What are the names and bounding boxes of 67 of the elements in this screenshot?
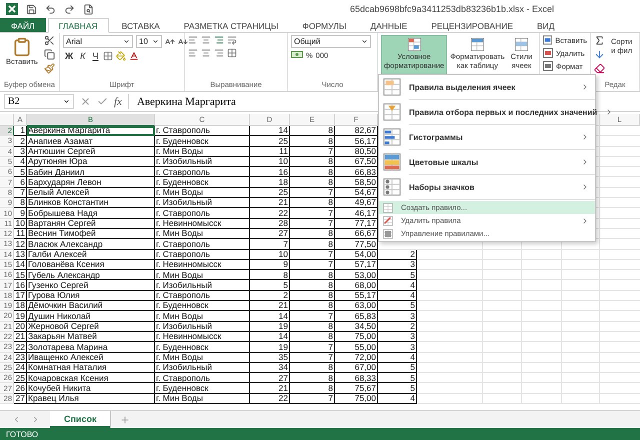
italic-button[interactable]: К xyxy=(78,51,88,61)
rule-icon xyxy=(383,103,401,121)
dropdown-icon xyxy=(152,38,159,45)
ribbon-tab[interactable]: ГЛАВНАЯ xyxy=(48,18,109,33)
rule-icon xyxy=(383,128,401,146)
table-icon xyxy=(406,37,422,52)
insert-function-button[interactable]: fx xyxy=(114,96,122,108)
eraser-icon xyxy=(594,63,605,74)
status-text: ГОТОВО xyxy=(0,428,640,440)
table-cell: 7 xyxy=(290,394,335,404)
window-title: 65dcab9698bfc9a3411253db83236b1b.xlsx - Excel xyxy=(350,4,554,14)
name-box[interactable]: B2 xyxy=(4,94,74,109)
table-icon xyxy=(470,37,485,52)
table-icon xyxy=(514,37,529,52)
scroll-right-icon xyxy=(31,415,40,424)
ribbon-tab[interactable]: ФАЙЛ xyxy=(0,18,46,32)
cut-icon xyxy=(44,35,55,46)
redo-icon xyxy=(64,4,75,14)
font-size-select[interactable]: 10 xyxy=(136,35,162,48)
table-cell: Аверкина Маргарита xyxy=(27,126,155,136)
rule-icon xyxy=(383,216,393,226)
rule-icon xyxy=(383,228,393,238)
dropdown-icon xyxy=(361,38,368,45)
rule-icon xyxy=(383,178,401,196)
dropdown-icon xyxy=(123,38,130,45)
table-cell: 4 xyxy=(378,394,417,404)
undo-icon xyxy=(45,4,56,14)
rule-icon xyxy=(383,202,393,212)
align-left-icon xyxy=(188,48,198,58)
menu-item[interactable]: Наборы значков xyxy=(379,176,595,198)
menu-item[interactable]: Цветовые шкалы xyxy=(379,151,595,173)
clipboard-icon xyxy=(12,37,32,57)
scroll-left-icon xyxy=(12,415,21,424)
sum-icon xyxy=(594,35,605,46)
font-color-icon xyxy=(129,51,140,61)
dropdown-icon xyxy=(63,98,70,105)
sheet-tab[interactable]: Список xyxy=(50,411,110,428)
table-cell: Кравец Илья xyxy=(27,394,155,404)
align-right-icon xyxy=(214,48,224,58)
fill-down-icon xyxy=(594,49,605,60)
shrink-font-icon xyxy=(178,36,188,46)
select-all-button[interactable] xyxy=(0,114,14,126)
currency-icon xyxy=(291,51,303,60)
table-cell: 75,00 xyxy=(335,394,378,404)
cancel-icon xyxy=(80,96,91,107)
table-cell: 22 xyxy=(250,394,290,404)
font-select[interactable]: Arial xyxy=(63,35,133,48)
print-preview-icon xyxy=(83,4,94,14)
rule-icon xyxy=(383,153,401,171)
enter-icon xyxy=(97,96,108,107)
align-center-icon xyxy=(201,48,211,58)
add-sheet-icon xyxy=(120,414,130,424)
borders-icon xyxy=(103,51,114,61)
save-icon xyxy=(26,4,37,14)
app-logo-icon xyxy=(6,3,18,15)
wrap-text-icon xyxy=(227,35,237,45)
rule-icon xyxy=(383,78,401,96)
table-cell: г. Мин Воды xyxy=(155,394,250,404)
menu-item[interactable]: Гистограммы xyxy=(379,126,595,148)
brush-icon xyxy=(44,63,55,74)
bold-button[interactable]: Ж xyxy=(63,51,76,61)
table-cell: 27 xyxy=(14,394,27,404)
grow-font-icon xyxy=(165,36,175,46)
fill-color-icon xyxy=(116,51,126,61)
underline-button[interactable]: Ч xyxy=(90,51,100,61)
copy-icon xyxy=(44,49,55,60)
number-format-select[interactable]: Общий xyxy=(291,35,371,48)
